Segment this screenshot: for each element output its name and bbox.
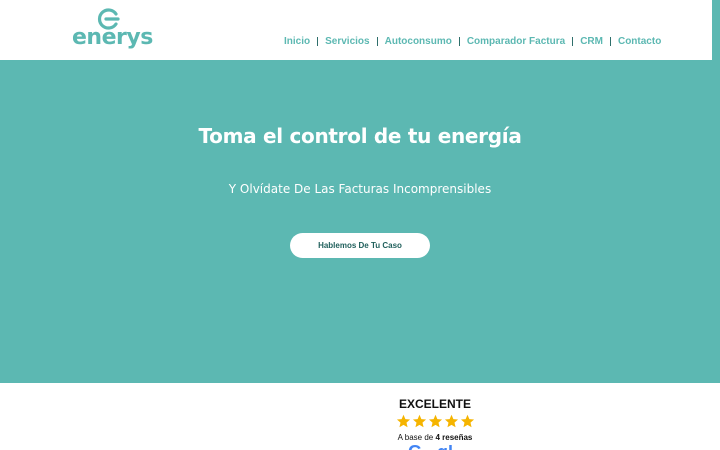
- google-logo-icon: G gle: [408, 445, 454, 450]
- nav-divider: [376, 36, 378, 46]
- nav-divider: [458, 36, 460, 46]
- nav-item-inicio[interactable]: Inicio: [284, 36, 310, 47]
- review-count: A base de 4 reseñas: [0, 433, 720, 442]
- logo-wordmark: enerys: [72, 25, 153, 50]
- page-scrollbar[interactable]: [712, 0, 720, 60]
- rating-label: EXCELENTE: [398, 397, 471, 411]
- contact-cta-button[interactable]: Hablemos De Tu Caso: [290, 233, 430, 258]
- nav-item-servicios[interactable]: Servicios: [325, 36, 369, 47]
- site-header: enerys Inicio Servicios Autoconsumo Comp…: [0, 0, 712, 60]
- hero-subtitle: Y Olvídate De Las Facturas Incomprensibl…: [228, 182, 492, 196]
- review-count-prefix: A base de: [397, 433, 434, 442]
- star-icon: [460, 413, 475, 429]
- nav-item-crm[interactable]: CRM: [580, 36, 603, 47]
- enerys-logo[interactable]: enerys: [72, 8, 153, 54]
- nav-item-contacto[interactable]: Contacto: [618, 36, 661, 47]
- review-count-value: 4 reseñas: [435, 433, 473, 442]
- nav-divider: [572, 36, 574, 46]
- star-icon: [428, 413, 443, 429]
- star-icon: [412, 413, 427, 429]
- star-rating: [396, 413, 475, 429]
- reviews-widget: EXCELENTE A base de 4 reseñas G gle: [0, 383, 720, 450]
- nav-item-comparador-factura[interactable]: Comparador Factura: [467, 36, 565, 47]
- star-icon: [444, 413, 459, 429]
- star-icon: [396, 413, 411, 429]
- nav-divider: [317, 36, 319, 46]
- nav-divider: [609, 36, 611, 46]
- hero-title: Toma el control de tu energía: [198, 124, 522, 148]
- nav-item-autoconsumo[interactable]: Autoconsumo: [385, 36, 452, 47]
- main-nav: Inicio Servicios Autoconsumo Comparador …: [284, 34, 661, 48]
- hero-section: Toma el control de tu energía Y Olvídate…: [0, 60, 720, 383]
